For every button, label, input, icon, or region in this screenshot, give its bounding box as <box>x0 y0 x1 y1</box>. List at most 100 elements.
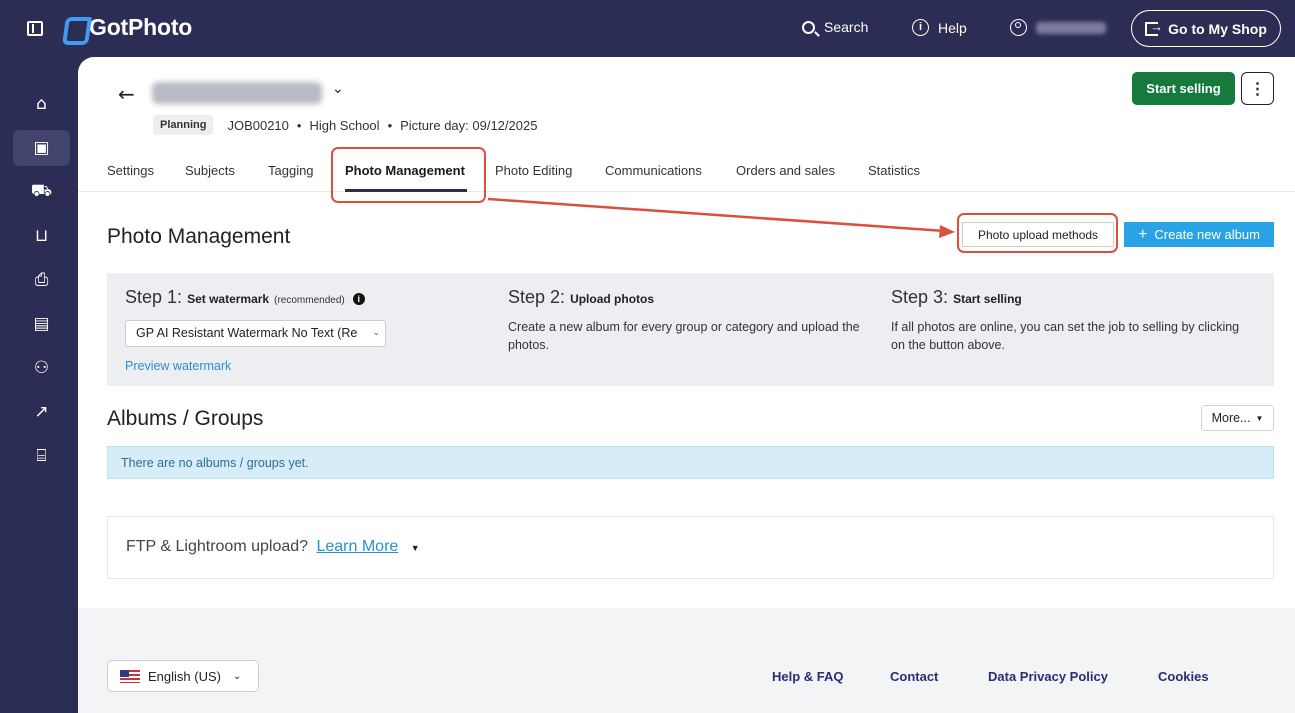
account-icon <box>1010 19 1027 36</box>
sidebar-item-analytics[interactable]: ↗ <box>13 394 70 430</box>
search-label: Search <box>824 19 869 35</box>
job-tabs: Settings Subjects Tagging Photo Manageme… <box>78 154 1295 192</box>
step-1-note: (recommended) <box>274 295 345 306</box>
start-selling-button[interactable]: Start selling <box>1132 72 1235 105</box>
picture-day: Picture day: 09/12/2025 <box>400 117 538 133</box>
brand-name: GotPhoto <box>89 14 193 40</box>
school-type: High School <box>309 117 380 133</box>
top-bar: GotPhoto Search i Help Go to My Shop <box>0 0 1295 57</box>
sidebar-item-customers[interactable]: ⚇ <box>13 350 70 386</box>
tab-settings[interactable]: Settings <box>107 163 154 178</box>
basket-icon: ⊔ <box>34 226 49 246</box>
go-to-shop-label: Go to My Shop <box>1168 20 1267 37</box>
more-options-icon[interactable]: ⋮ <box>1241 72 1274 105</box>
footer: English (US) ⌄ Help & FAQ Contact Data P… <box>78 608 1295 713</box>
step-2-description: Create a new album for every group or ca… <box>508 320 860 352</box>
account-menu[interactable] <box>1010 19 1106 36</box>
help-button[interactable]: i Help <box>912 19 967 36</box>
store-icon: ⌸ <box>36 446 47 466</box>
page-title: Photo Management <box>107 225 291 248</box>
gotphoto-logo[interactable]: GotPhoto <box>64 14 192 41</box>
tab-orders-and-sales[interactable]: Orders and sales <box>736 163 835 178</box>
create-new-album-button[interactable]: + Create new album <box>1124 222 1274 247</box>
go-to-my-shop-button[interactable]: Go to My Shop <box>1131 10 1281 47</box>
tab-statistics[interactable]: Statistics <box>868 163 920 178</box>
caret-down-icon[interactable]: ▼ <box>411 543 420 553</box>
exit-icon <box>1145 19 1163 36</box>
step-2: Step 2: Upload photos Create a new album… <box>508 287 878 354</box>
search-button[interactable]: Search <box>802 19 868 35</box>
empty-albums-alert: There are no albums / groups yet. <box>107 446 1274 479</box>
search-icon <box>802 20 815 34</box>
footer-link-contact[interactable]: Contact <box>890 669 938 684</box>
ftp-text: FTP & Lightroom upload? <box>126 538 309 555</box>
chevron-down-icon: ⌄ <box>370 327 380 338</box>
step-1: Step 1: Set watermark (recommended) i <box>125 287 365 308</box>
steps-panel: Step 1: Set watermark (recommended) i GP… <box>107 273 1274 386</box>
chevron-down-icon[interactable]: ⌄ <box>332 81 344 97</box>
separator-dot: • <box>387 117 393 133</box>
more-button[interactable]: More... ▼ <box>1201 405 1274 431</box>
learn-more-link[interactable]: Learn More <box>316 538 398 555</box>
analytics-icon: ↗ <box>34 402 49 422</box>
step-3-description: If all photos are online, you can set th… <box>891 320 1240 352</box>
step-2-title: Step 2: Upload photos <box>508 287 878 308</box>
footer-link-cookies[interactable]: Cookies <box>1158 669 1209 684</box>
sidebar: ⌂ ▣ ⛟ ⊔ ⎙ ▤ ⚇ ↗ ⌸ <box>0 57 78 713</box>
caret-down-icon: ▼ <box>1255 413 1264 423</box>
info-icon[interactable]: i <box>352 293 365 305</box>
back-arrow-icon[interactable]: ← <box>118 82 135 106</box>
status-badge: Planning <box>153 115 214 135</box>
job-id: JOB00210 <box>227 117 289 133</box>
step-1-prefix: Step 1: <box>125 287 183 307</box>
step-1-title: Step 1: Set watermark (recommended) i <box>125 287 365 308</box>
us-flag-icon <box>120 669 140 683</box>
step-3: Step 3: Start selling If all photos are … <box>891 287 1241 354</box>
sidebar-item-products[interactable]: ⊔ <box>13 218 70 254</box>
language-label: English (US) <box>148 668 221 684</box>
sidebar-item-home[interactable]: ⌂ <box>13 86 70 122</box>
separator-dot: • <box>296 117 302 133</box>
photo-icon: ▣ <box>33 138 50 158</box>
main-panel: ← ⌄ Planning JOB00210 • High School • Pi… <box>78 57 1295 713</box>
language-select[interactable]: English (US) ⌄ <box>107 660 259 692</box>
printer-icon: ⎙ <box>34 270 49 290</box>
info-icon: i <box>912 19 929 36</box>
job-title-redacted <box>152 82 322 104</box>
sidebar-item-print[interactable]: ⎙ <box>13 262 70 298</box>
job-meta: Planning JOB00210 • High School • Pictur… <box>153 115 537 135</box>
plus-icon: + <box>1138 225 1148 243</box>
tab-communications[interactable]: Communications <box>605 163 702 178</box>
step-3-prefix: Step 3: <box>891 287 949 307</box>
step-2-prefix: Step 2: <box>508 287 566 307</box>
logo-icon <box>64 16 86 40</box>
tab-tagging[interactable]: Tagging <box>268 163 314 178</box>
help-label: Help <box>938 19 967 36</box>
footer-link-data-privacy[interactable]: Data Privacy Policy <box>988 669 1108 684</box>
create-album-label: Create new album <box>1154 227 1260 242</box>
preview-watermark-link[interactable]: Preview watermark <box>125 359 231 373</box>
sidebar-item-store[interactable]: ⌸ <box>13 438 70 474</box>
annotation-highlight-tab <box>331 147 486 203</box>
chevron-down-icon: ⌄ <box>232 670 242 682</box>
sidebar-item-photos[interactable]: ▣ <box>13 130 70 166</box>
message-icon: ▤ <box>33 314 50 334</box>
sidebar-item-orders[interactable]: ⛟ <box>13 174 70 210</box>
watermark-select[interactable]: GP AI Resistant Watermark No Text (Re ⌄ <box>125 320 386 347</box>
tab-subjects[interactable]: Subjects <box>185 163 235 178</box>
account-name-redacted <box>1036 21 1106 34</box>
sidebar-toggle-icon[interactable] <box>27 21 43 36</box>
ftp-lightroom-panel: FTP & Lightroom upload? Learn More ▼ <box>107 516 1274 579</box>
albums-title: Albums / Groups <box>107 407 264 430</box>
step-2-name: Upload photos <box>570 292 655 306</box>
more-label: More... <box>1211 411 1251 425</box>
footer-link-help-faq[interactable]: Help & FAQ <box>772 669 844 684</box>
sidebar-item-messages[interactable]: ▤ <box>13 306 70 342</box>
user-icon: ⚇ <box>33 358 50 378</box>
tab-photo-editing[interactable]: Photo Editing <box>495 163 572 178</box>
home-icon: ⌂ <box>36 94 47 114</box>
cart-icon: ⛟ <box>30 181 53 201</box>
step-3-title: Step 3: Start selling <box>891 287 1241 308</box>
annotation-highlight-upload-methods <box>957 213 1118 253</box>
step-3-name: Start selling <box>953 292 1022 306</box>
